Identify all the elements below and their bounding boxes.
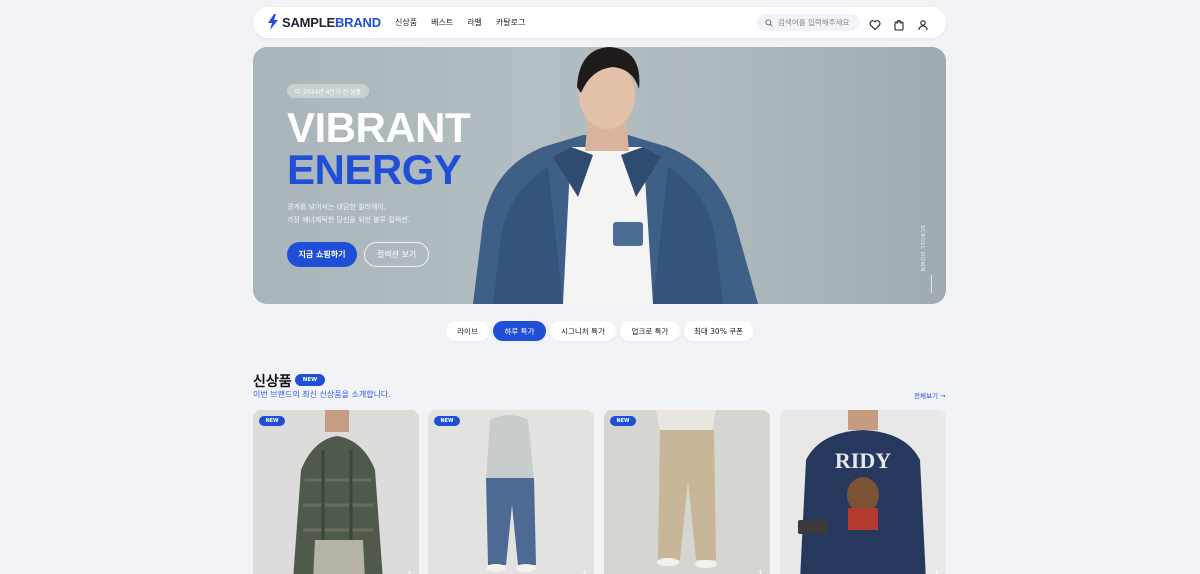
product-image [604, 410, 770, 574]
hero-description: 경계를 넘어서는 대담한 컬러웨이, 가장 에너제틱한 당신을 위한 볼루 컬렉… [287, 201, 410, 227]
section-title: 신상품 [253, 374, 292, 390]
tab-daily-deal[interactable]: 하루 특가 [493, 321, 546, 341]
logo-suffix: BRAND [334, 14, 381, 30]
top-navigation-bar: SAMPLE BRAND 신상품 베스트 라벨 카탈로그 검색어를 입력해주세요 [253, 7, 946, 38]
bag-icon [894, 20, 904, 31]
new-badge: NEW [610, 416, 636, 426]
view-collection-button[interactable]: 컬렉션 보기 [364, 242, 429, 267]
search-icon [765, 18, 773, 27]
product-card[interactable]: NEW + [428, 410, 594, 574]
hero-title-line2: ENERGY [287, 146, 462, 193]
tab-coupon[interactable]: 최대 30% 쿠폰 [684, 321, 753, 341]
main-nav: 신상품 베스트 라벨 카탈로그 [395, 17, 525, 28]
nav-item-catalog[interactable]: 카탈로그 [496, 17, 525, 28]
tab-signature-deal[interactable]: 시그니처 특가 [550, 321, 616, 341]
add-icon[interactable]: + [581, 568, 588, 574]
add-icon[interactable]: + [757, 568, 764, 574]
scroll-indicator-line [931, 275, 932, 293]
search-placeholder: 검색어를 입력해주세요 [778, 18, 850, 27]
section-new-chip: NEW [295, 374, 325, 386]
see-all-link[interactable]: 전체보기 → [914, 390, 945, 400]
product-card[interactable]: NEW + [253, 410, 419, 574]
search-input[interactable]: 검색어를 입력해주세요 [757, 14, 860, 31]
new-badge: NEW [434, 416, 460, 426]
account-button[interactable] [917, 16, 929, 31]
hero-title: VIBRANT ENERGY [287, 104, 471, 193]
section-subtitle: 이번 브랜드의 최신 신상품을 소개합니다. [253, 390, 391, 399]
season-badge: ⊡ 2024년 4분기 신 상품 [287, 84, 369, 98]
tab-upcro-deal[interactable]: 업크로 특가 [620, 321, 680, 341]
product-card[interactable]: NEW + [604, 410, 770, 574]
product-image [253, 410, 419, 574]
add-icon[interactable]: + [933, 568, 940, 574]
nav-item-new[interactable]: 신상품 [395, 17, 417, 28]
gift-icon: ⊡ [295, 87, 301, 95]
hero-banner: ⊡ 2024년 4분기 신 상품 VIBRANT ENERGY 경계를 넘어서는… [253, 47, 946, 304]
hero-description-line2: 가장 에너제틱한 당신을 위한 볼루 컬렉션. [287, 216, 410, 224]
shop-now-button[interactable]: 지금 쇼핑하기 [287, 242, 357, 267]
hero-title-line1: VIBRANT [287, 104, 471, 151]
nav-item-best[interactable]: 베스트 [431, 17, 453, 28]
product-image [428, 410, 594, 574]
promo-tabs: 라이브 하루 특가 시그니처 특가 업크로 특가 최대 30% 쿠폰 [446, 321, 753, 341]
tab-live[interactable]: 라이브 [446, 321, 489, 341]
add-icon[interactable]: + [406, 568, 413, 574]
wishlist-button[interactable] [869, 16, 881, 31]
hero-model-image [473, 47, 758, 304]
new-badge: NEW [259, 416, 285, 426]
cart-button[interactable] [893, 16, 905, 31]
svg-text:RIDY: RIDY [835, 448, 891, 473]
user-icon [918, 20, 928, 31]
bolt-icon [268, 14, 278, 30]
logo-prefix: SAMPLE [282, 14, 335, 30]
heart-icon [869, 20, 881, 31]
season-badge-text: 2024년 4분기 신 상품 [303, 88, 361, 96]
nav-item-label[interactable]: 라벨 [467, 17, 482, 28]
hero-description-line1: 경계를 넘어서는 대담한 컬러웨이, [287, 203, 387, 211]
product-card[interactable]: RIDY + [780, 410, 946, 574]
scroll-down-label: SCROLL DOWN [919, 225, 925, 272]
brand-logo[interactable]: SAMPLE BRAND [267, 14, 381, 30]
product-image: RIDY [780, 410, 946, 574]
